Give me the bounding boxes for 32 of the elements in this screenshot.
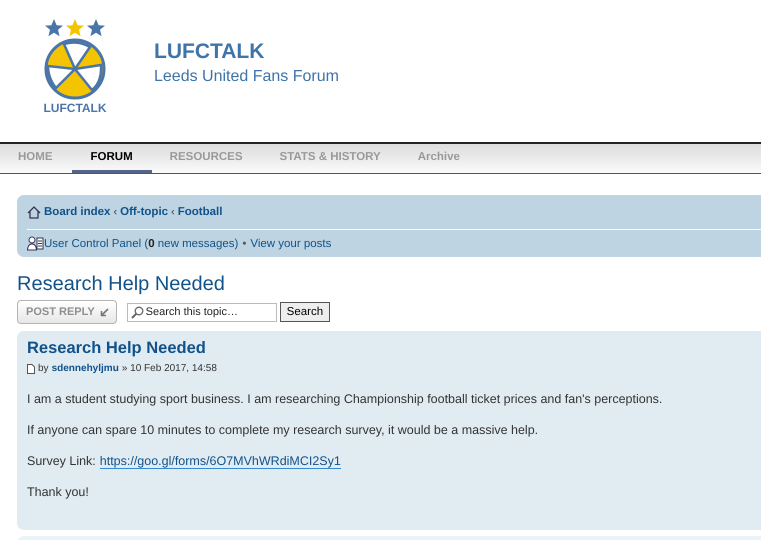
post-text: I am a student studying sport business. I am researching Championship football ticket prices and fan's perceptions.: [27, 392, 662, 406]
site-subtitle: Leeds United Fans Forum: [154, 68, 339, 86]
breadcrumb-separator: ‹: [113, 206, 118, 218]
user-icon: [27, 236, 44, 251]
breadcrumb-link[interactable]: Football: [178, 206, 222, 218]
logo-text: LUFCTALK: [43, 101, 107, 115]
search-button[interactable]: Search: [280, 302, 330, 322]
post-text: Survey Link:: [27, 454, 96, 468]
reply-arrow-icon: [100, 308, 109, 316]
nav-tab[interactable]: FORUM: [72, 144, 152, 173]
post-text: Thank you!: [27, 485, 89, 499]
breadcrumb-link[interactable]: Off-topic: [120, 206, 168, 218]
bullet-separator: •: [242, 238, 246, 250]
breadcrumb-link[interactable]: Board index: [44, 206, 110, 218]
home-icon: [27, 206, 41, 218]
control-panel-link[interactable]: User Control Panel (0 new messages): [44, 238, 238, 250]
post-title[interactable]: Research Help Needed: [27, 339, 761, 358]
topic-title: Research Help Needed: [17, 273, 226, 296]
post-reply-button[interactable]: POST REPLY: [17, 300, 117, 324]
search-icon: [130, 306, 144, 318]
survey-link[interactable]: https://goo.gl/forms/6O7MVhWRdiMCI2Sy1: [100, 454, 341, 469]
author-link[interactable]: sdennehyljmu: [52, 363, 119, 374]
post-by-label: by: [38, 363, 49, 374]
post-date: » 10 Feb 2017, 14:58: [122, 363, 217, 374]
ball-icon: [44, 38, 106, 100]
stars-icon: [44, 18, 106, 38]
breadcrumb-separator: ‹: [171, 206, 175, 218]
post-text: If anyone can spare 10 minutes to complete my research survey, it would be a massive help.: [27, 423, 538, 437]
search-field[interactable]: Search this topic…: [126, 302, 277, 322]
post-icon: [27, 364, 35, 374]
view-posts-link[interactable]: View your posts: [250, 238, 332, 250]
site-title: LUFCTALK: [154, 40, 266, 64]
